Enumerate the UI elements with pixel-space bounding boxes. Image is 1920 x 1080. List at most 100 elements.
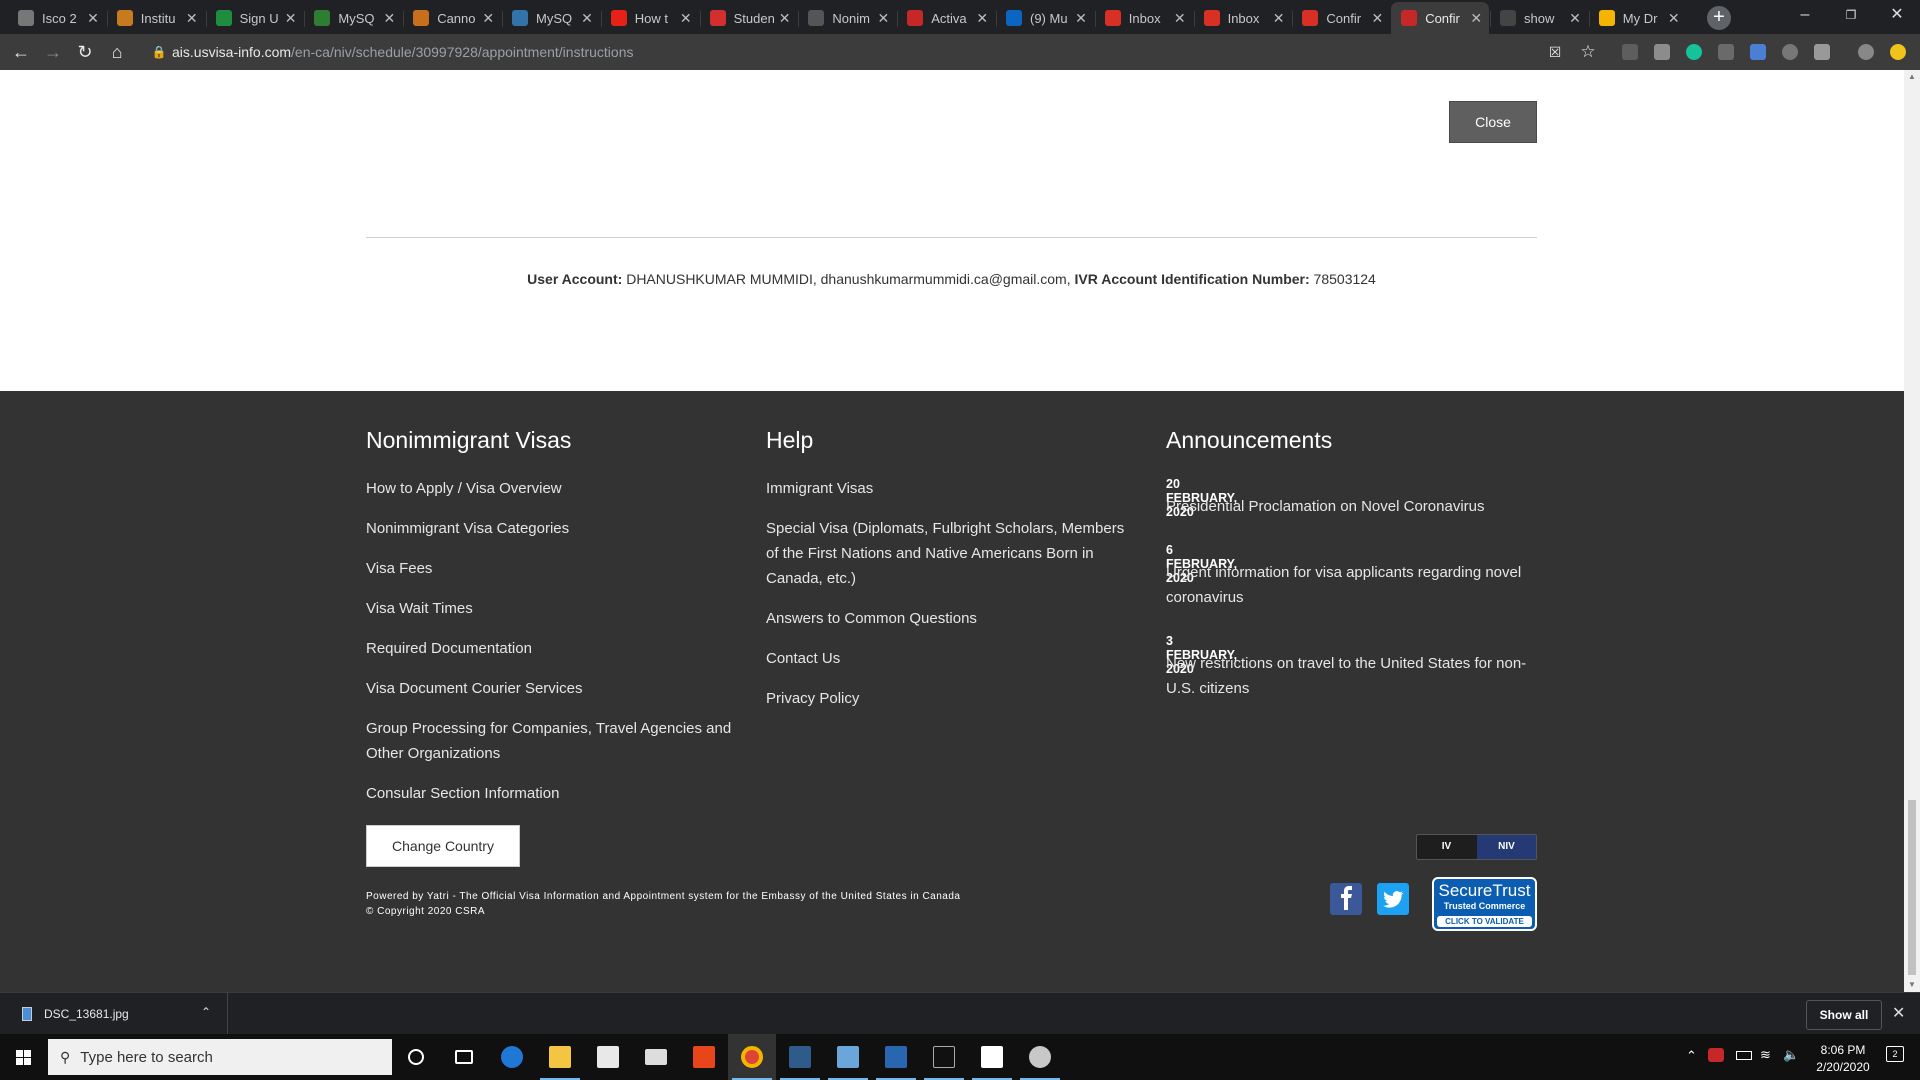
taskbar-search-box[interactable]: ⚲ Type here to search — [48, 1039, 392, 1075]
announcement-link[interactable]: Presidential Proclamation on Novel Coron… — [1166, 494, 1536, 519]
bookmark-star-icon[interactable]: ☆ — [1577, 41, 1599, 63]
browser-tab[interactable]: Confir ✕ — [1292, 2, 1390, 34]
home-icon[interactable]: ⌂ — [106, 41, 128, 63]
announcement-link[interactable]: Urgent information for visa applicants r… — [1166, 560, 1536, 610]
minimize-button[interactable]: – — [1782, 0, 1828, 30]
chevron-up-icon[interactable]: ⌃ — [201, 1005, 211, 1019]
browser-tab[interactable]: show ✕ — [1490, 2, 1588, 34]
browser-tab[interactable]: Activa ✕ — [897, 2, 995, 34]
footer-link-required-docs[interactable]: Required Documentation — [366, 636, 746, 661]
footer-link-visa-fees[interactable]: Visa Fees — [366, 556, 746, 581]
address-bar[interactable]: ais.usvisa-info.com/en-ca/niv/schedule/3… — [172, 44, 634, 60]
tab-close-icon[interactable]: ✕ — [185, 10, 199, 27]
antivirus-icon[interactable] — [1708, 1048, 1724, 1062]
office-icon[interactable] — [680, 1034, 728, 1080]
windows-start-icon[interactable] — [0, 1034, 46, 1080]
tab-close-icon[interactable]: ✕ — [284, 10, 298, 27]
tab-close-icon[interactable]: ✕ — [481, 10, 495, 27]
footer-link-immigrant-visas[interactable]: Immigrant Visas — [766, 476, 1136, 501]
wifi-icon[interactable]: ≋ — [1760, 1047, 1771, 1063]
battery-icon[interactable] — [1736, 1051, 1752, 1060]
footer-link-privacy-policy[interactable]: Privacy Policy — [766, 686, 1136, 711]
browser-tab[interactable]: Isco 2 ✕ — [8, 2, 106, 34]
footer-link-special-visa[interactable]: Special Visa (Diplomats, Fulbright Schol… — [766, 516, 1136, 591]
browser-tab[interactable]: Confir ✕ — [1391, 2, 1490, 34]
file-explorer-icon[interactable] — [536, 1034, 584, 1080]
mysql-workbench-icon[interactable] — [776, 1034, 824, 1080]
footer-link-wait-times[interactable]: Visa Wait Times — [366, 596, 746, 621]
back-icon[interactable]: ← — [10, 41, 32, 63]
volume-icon[interactable]: 🔈 — [1783, 1047, 1799, 1063]
browser-tab[interactable]: MySQ ✕ — [502, 2, 600, 34]
close-button[interactable]: Close — [1449, 101, 1537, 143]
twitter-icon[interactable] — [1377, 883, 1409, 915]
browser-tab[interactable]: MySQ ✕ — [304, 2, 402, 34]
tab-close-icon[interactable]: ✕ — [1667, 10, 1681, 27]
tab-close-icon[interactable]: ✕ — [1370, 10, 1384, 27]
tab-close-icon[interactable]: ✕ — [1074, 10, 1088, 27]
tab-close-icon[interactable]: ✕ — [382, 10, 396, 27]
download-item[interactable]: DSC_13681.jpg ⌃ — [16, 993, 228, 1035]
extension-icon[interactable] — [1622, 44, 1638, 60]
announcement-link[interactable]: New restrictions on travel to the United… — [1166, 651, 1536, 701]
footer-link-visa-categories[interactable]: Nonimmigrant Visa Categories — [366, 516, 746, 541]
tab-close-icon[interactable]: ✕ — [1173, 10, 1187, 27]
tab-close-icon[interactable]: ✕ — [1568, 10, 1582, 27]
browser-tab[interactable]: Inbox ✕ — [1193, 2, 1292, 34]
footer-link-contact-us[interactable]: Contact Us — [766, 646, 1136, 671]
profile-avatar-icon[interactable] — [1858, 44, 1874, 60]
scroll-up-icon[interactable]: ▲ — [1904, 70, 1920, 84]
browser-tab[interactable]: (9) Mu ✕ — [996, 2, 1094, 34]
niv-toggle-option[interactable]: NIV — [1477, 835, 1536, 859]
tab-close-icon[interactable]: ✕ — [86, 10, 100, 27]
facebook-icon[interactable] — [1330, 883, 1362, 915]
photos-icon[interactable] — [968, 1034, 1016, 1080]
tab-close-icon[interactable]: ✕ — [679, 10, 693, 27]
browser-tab[interactable]: Sign U ✕ — [205, 2, 304, 34]
browser-tab[interactable]: Inbox ✕ — [1094, 2, 1193, 34]
browser-tab[interactable]: My Dr ✕ — [1588, 2, 1687, 34]
footer-link-consular-info[interactable]: Consular Section Information — [366, 781, 746, 806]
tab-close-icon[interactable]: ✕ — [876, 10, 890, 27]
window-close-button[interactable]: ✕ — [1874, 0, 1920, 30]
browser-tab[interactable]: Studen ✕ — [699, 2, 798, 34]
command-prompt-icon[interactable] — [920, 1034, 968, 1080]
grammarly-icon[interactable] — [1686, 44, 1702, 60]
tab-close-icon[interactable]: ✕ — [580, 10, 594, 27]
shield-icon[interactable] — [1718, 44, 1734, 60]
footer-link-common-questions[interactable]: Answers to Common Questions — [766, 606, 1136, 631]
browser-tab[interactable]: How t ✕ — [600, 2, 699, 34]
tab-close-icon[interactable]: ✕ — [1469, 10, 1483, 27]
edge-icon[interactable] — [488, 1034, 536, 1080]
chrome-icon[interactable] — [728, 1034, 776, 1080]
securetrust-seal[interactable]: SecureTrust Trusted Commerce CLICK TO VA… — [1432, 877, 1537, 931]
paint-icon[interactable] — [1016, 1034, 1064, 1080]
extension-r-icon[interactable] — [1814, 44, 1830, 60]
restore-button[interactable]: ❐ — [1828, 0, 1874, 30]
translate-icon[interactable] — [1750, 44, 1766, 60]
settings-gear-icon[interactable] — [1782, 44, 1798, 60]
sql-tool-icon[interactable] — [824, 1034, 872, 1080]
close-icon[interactable]: ✕ — [1892, 1003, 1905, 1023]
task-view-icon[interactable] — [440, 1034, 488, 1080]
tab-close-icon[interactable]: ✕ — [1272, 10, 1286, 27]
menu-update-icon[interactable] — [1890, 44, 1906, 60]
tab-close-icon[interactable]: ✕ — [778, 10, 792, 27]
store-icon[interactable] — [584, 1034, 632, 1080]
powershell-icon[interactable] — [872, 1034, 920, 1080]
cortana-icon[interactable] — [392, 1034, 440, 1080]
reload-icon[interactable]: ↻ — [74, 41, 96, 63]
tab-close-icon[interactable]: ✕ — [975, 10, 989, 27]
browser-tab[interactable]: Institu ✕ — [106, 2, 205, 34]
footer-link-courier-services[interactable]: Visa Document Courier Services — [366, 676, 746, 701]
mail-icon[interactable] — [632, 1034, 680, 1080]
new-tab-button[interactable]: + — [1707, 6, 1731, 30]
scroll-thumb[interactable] — [1908, 800, 1916, 975]
show-all-button[interactable]: Show all — [1806, 1000, 1882, 1030]
chevron-up-icon[interactable]: ⌃ — [1686, 1048, 1697, 1064]
forward-icon[interactable]: → — [42, 41, 64, 63]
clock-date[interactable]: 2/20/2020 — [1808, 1060, 1878, 1074]
notification-center-icon[interactable]: 2 — [1886, 1046, 1904, 1062]
scroll-down-icon[interactable]: ▼ — [1904, 978, 1920, 992]
browser-tab[interactable]: Nonim ✕ — [798, 2, 896, 34]
